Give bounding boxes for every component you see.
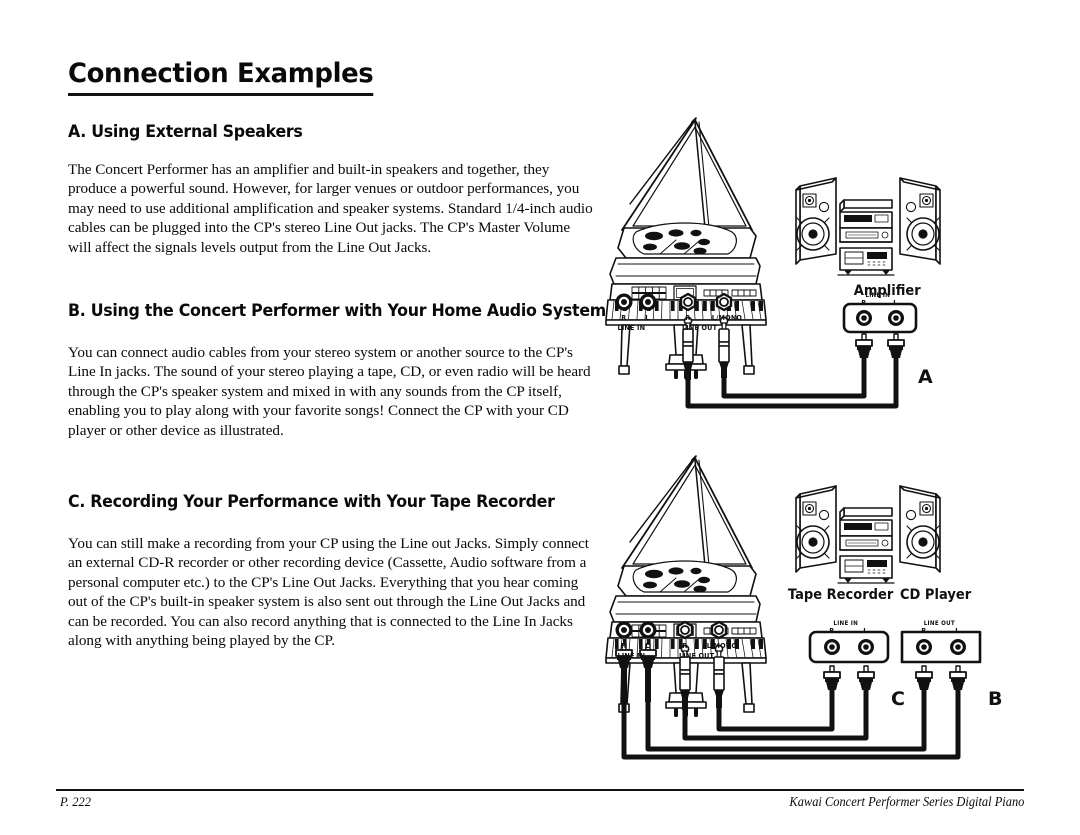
rca-plug-cd-l	[949, 665, 967, 690]
cp2-line-out-r-label: R	[682, 641, 688, 650]
diagram-bc-artwork	[605, 455, 982, 760]
cp-line-in-r-label: R	[621, 313, 627, 322]
tape-line-in-r-label: R	[829, 626, 835, 635]
cd-line-out-l-label: L	[955, 626, 960, 635]
cp-line-in-group-label: LINE IN	[617, 323, 646, 332]
manual-page: Connection Examples A. Using External Sp…	[0, 0, 1080, 835]
section-body-a: The Concert Performer has an amplifier a…	[68, 161, 593, 256]
tape-line-in-group-label: LINE IN	[833, 620, 859, 627]
stereo-stack-illustration	[795, 485, 941, 584]
diagram-a-artwork	[605, 117, 941, 409]
cd-line-out-group-label: LINE OUT	[923, 620, 955, 627]
cp-line-out-r-label: R	[685, 313, 691, 322]
section-heading-c: C. Recording Your Performance with Your …	[68, 492, 555, 513]
tape-recorder-line-in-block	[808, 630, 890, 664]
cp-line-out-l-label: L/MONO	[711, 313, 743, 322]
section-heading-a: A. Using External Speakers	[68, 122, 303, 142]
footer-divider	[56, 789, 1024, 791]
tape-line-in-l-label: L	[863, 626, 868, 635]
cp2-line-in-r-label: R	[621, 641, 627, 650]
amplifier-illustration	[795, 177, 941, 276]
text-column: Connection Examples A. Using External Sp…	[68, 58, 606, 651]
cp2-line-in-l-label: L	[645, 641, 650, 650]
rca-plug-l	[887, 333, 905, 358]
cd-line-out-r-label: R	[921, 626, 927, 635]
cd-player-line-out-block	[900, 630, 982, 664]
section-heading-b: B. Using the Concert Performer with Your…	[68, 301, 606, 322]
cp2-line-out-l-label: L/MONO	[706, 641, 738, 650]
connection-label-b: B	[988, 688, 1003, 710]
connection-label-a: A	[918, 366, 933, 388]
rca-plug-tape-r	[823, 665, 841, 690]
page-title: Connection Examples	[68, 58, 374, 96]
diagram-external-speakers: Amplifier A R L LINE IN R L/MONO LINE OU…	[600, 108, 1040, 428]
rca-plug-r	[855, 333, 873, 358]
cp2-line-in-group-label: LINE IN	[617, 651, 646, 660]
section-body-b: You can connect audio cables from your s…	[68, 344, 591, 439]
amp-line-in-group-label: LINE IN	[865, 292, 891, 299]
tape-recorder-label: Tape Recorder	[787, 587, 894, 603]
cp-line-out-group-label: LINE OUT	[681, 323, 718, 332]
cp2-line-out-group-label: LINE OUT	[678, 651, 715, 660]
phone-plug-l	[718, 316, 730, 378]
rca-plug-cd-r	[915, 665, 933, 690]
amp-line-in-l-label: L	[893, 298, 898, 307]
amp-line-in-r-label: R	[861, 298, 867, 307]
connection-label-c: C	[891, 688, 905, 710]
diagram-recorder-cdplayer: Tape Recorder CD Player C B R L LINE IN …	[600, 450, 1040, 790]
cp-line-in-l-label: L	[645, 313, 650, 322]
rca-plug-tape-l	[857, 665, 875, 690]
section-body-c: You can still make a recording from your…	[68, 535, 589, 650]
page-number: P. 222	[60, 795, 92, 809]
cd-player-label: CD Player	[899, 587, 972, 603]
footer-series-line: Kawai Concert Performer Series Digital P…	[789, 794, 1024, 809]
amp-line-in-block	[842, 302, 918, 334]
